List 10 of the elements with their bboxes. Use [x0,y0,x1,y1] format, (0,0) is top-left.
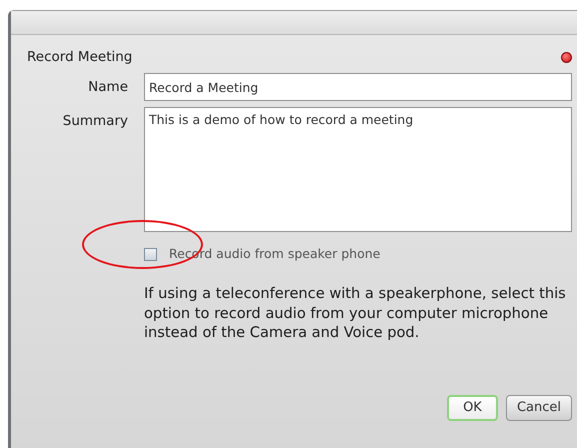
name-field[interactable]: Record a Meeting [144,73,572,102]
cancel-button[interactable]: Cancel [506,395,572,422]
field-label: Summary [62,112,128,132]
close-icon[interactable] [561,52,572,63]
ok-button[interactable]: OK [446,395,498,422]
help-text: If using a teleconference with a speakerphone, select this option to record audio from your computer microphone instead of the Camera and Voice pod. [144,284,567,344]
summary-field[interactable]: This is a demo of how to record a meeting [144,107,572,232]
dialog-title: Record Meeting [27,48,132,67]
checkbox[interactable] [144,248,157,262]
field-label: Name [87,78,128,98]
